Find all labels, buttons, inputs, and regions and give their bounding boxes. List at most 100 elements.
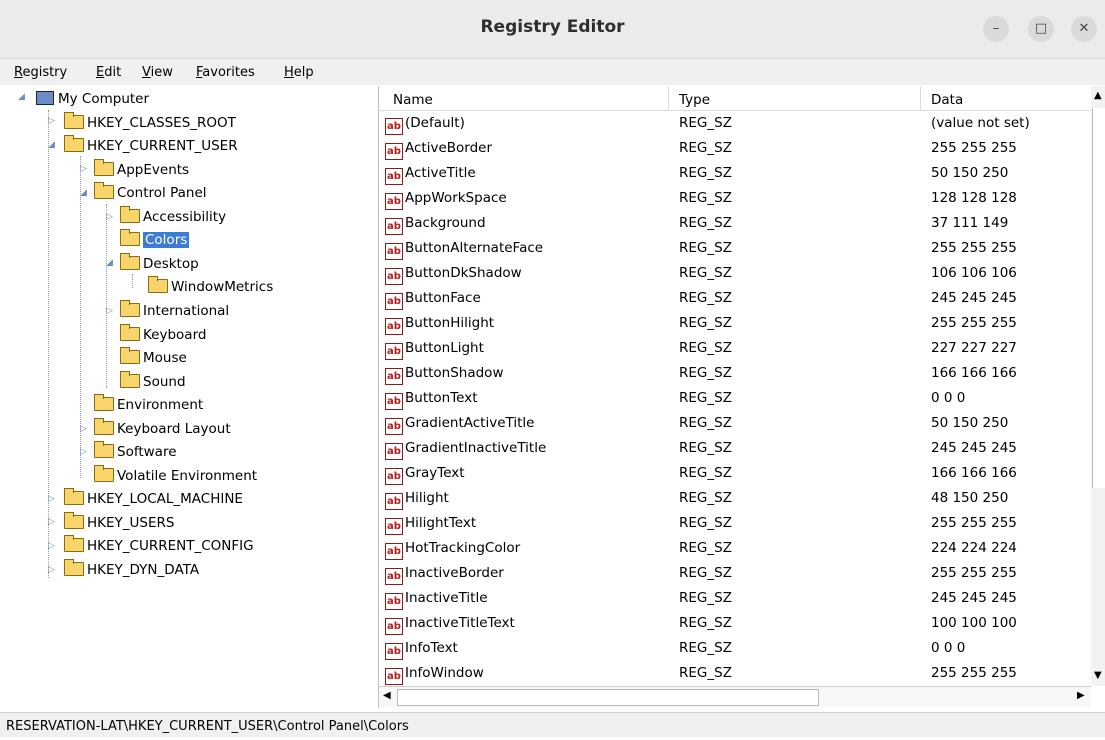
value-data: 0 0 0 <box>931 640 966 656</box>
tree-node-label: HKEY_CURRENT_CONFIG <box>87 538 254 554</box>
table-row[interactable]: ab (Default) REG_SZ (value not set) <box>379 112 1091 137</box>
collapse-icon[interactable]: ◢ <box>18 92 25 102</box>
vertical-scrollbar[interactable]: ▲ ▼ <box>1091 86 1105 686</box>
value-name: Hilight <box>405 490 449 506</box>
tree-node-hklm[interactable]: HKEY_LOCAL_MACHINE <box>64 488 243 510</box>
tree-node-control-panel[interactable]: Control Panel <box>94 182 207 204</box>
table-row[interactable]: ab InactiveTitle REG_SZ 245 245 245 <box>379 587 1091 612</box>
table-row[interactable]: ab ButtonHilight REG_SZ 255 255 255 <box>379 312 1091 337</box>
tree-node-environment[interactable]: Environment <box>94 394 203 416</box>
tree-node-mouse[interactable]: Mouse <box>120 347 187 369</box>
column-header-data[interactable]: Data <box>921 86 1091 110</box>
table-row[interactable]: ab InfoText REG_SZ 0 0 0 <box>379 637 1091 662</box>
table-row[interactable]: ab ButtonShadow REG_SZ 166 166 166 <box>379 362 1091 387</box>
table-row[interactable]: ab AppWorkSpace REG_SZ 128 128 128 <box>379 187 1091 212</box>
scroll-thumb[interactable] <box>1092 108 1105 488</box>
scroll-up-icon[interactable]: ▲ <box>1094 90 1102 101</box>
window-title: Registry Editor <box>480 17 625 37</box>
open-folder-icon <box>120 229 140 246</box>
column-header-name[interactable]: Name <box>379 86 669 110</box>
expand-icon[interactable]: ▷ <box>48 116 55 126</box>
tree-node-hkcu[interactable]: HKEY_CURRENT_USER <box>64 135 238 157</box>
tree-node-volatile-environment[interactable]: Volatile Environment <box>94 465 257 487</box>
collapse-icon[interactable]: ◢ <box>48 140 55 150</box>
tree-node-hkcr[interactable]: HKEY_CLASSES_ROOT <box>64 112 236 134</box>
value-name-cell: ab ButtonShadow <box>385 365 504 385</box>
menu-edit[interactable]: Edit <box>96 65 121 80</box>
tree-node-label: Volatile Environment <box>117 468 258 484</box>
tree-node-international[interactable]: International <box>120 300 229 322</box>
expand-icon[interactable]: ▷ <box>48 494 55 504</box>
value-data: 227 227 227 <box>931 340 1017 356</box>
menu-help[interactable]: Help <box>284 65 314 80</box>
maximize-icon[interactable]: □ <box>1028 16 1054 42</box>
string-value-icon: ab <box>385 168 403 185</box>
menu-favorites[interactable]: Favorites <box>196 65 255 80</box>
table-row[interactable]: ab HotTrackingColor REG_SZ 224 224 224 <box>379 537 1091 562</box>
value-name: HotTrackingColor <box>405 540 521 556</box>
tree-connector <box>132 274 133 288</box>
value-type: REG_SZ <box>679 540 732 556</box>
value-type: REG_SZ <box>679 315 732 331</box>
tree-node-label: Software <box>117 444 177 460</box>
table-row[interactable]: ab GradientInactiveTitle REG_SZ 245 245 245 <box>379 437 1091 462</box>
status-bar: RESERVATION-LAT\HKEY_CURRENT_USER\Contro… <box>0 712 1105 737</box>
scroll-left-icon[interactable]: ◀ <box>383 690 391 701</box>
horizontal-scroll-thumb[interactable] <box>397 689 819 706</box>
menu-registry[interactable]: Registry <box>14 65 67 80</box>
scroll-down-icon[interactable]: ▼ <box>1094 670 1102 681</box>
tree-node-keyboard[interactable]: Keyboard <box>120 324 206 346</box>
value-name-cell: ab Hilight <box>385 490 449 510</box>
tree-node-appevents[interactable]: AppEvents <box>94 159 189 181</box>
tree-node-software[interactable]: Software <box>94 441 177 463</box>
collapse-icon[interactable]: ◢ <box>80 188 87 198</box>
table-row[interactable]: ab Hilight REG_SZ 48 150 250 <box>379 487 1091 512</box>
table-row[interactable]: ab InfoWindow REG_SZ 255 255 255 <box>379 662 1091 687</box>
table-row[interactable]: ab ButtonDkShadow REG_SZ 106 106 106 <box>379 262 1091 287</box>
table-row[interactable]: ab ActiveTitle REG_SZ 50 150 250 <box>379 162 1091 187</box>
table-row[interactable]: ab ButtonLight REG_SZ 227 227 227 <box>379 337 1091 362</box>
tree-node-keyboard-layout[interactable]: Keyboard Layout <box>94 418 231 440</box>
value-data: 166 166 166 <box>931 365 1017 381</box>
string-value-icon: ab <box>385 468 403 485</box>
folder-icon <box>120 206 140 223</box>
expand-icon[interactable]: ▷ <box>106 212 113 222</box>
table-row[interactable]: ab ButtonFace REG_SZ 245 245 245 <box>379 287 1091 312</box>
table-row[interactable]: ab InactiveBorder REG_SZ 255 255 255 <box>379 562 1091 587</box>
column-header-type[interactable]: Type <box>669 86 921 110</box>
table-row[interactable]: ab ActiveBorder REG_SZ 255 255 255 <box>379 137 1091 162</box>
tree-node-hkdd[interactable]: HKEY_DYN_DATA <box>64 559 199 581</box>
expand-icon[interactable]: ▷ <box>80 447 87 457</box>
tree-node-desktop[interactable]: Desktop <box>120 253 199 275</box>
minimize-icon[interactable]: – <box>983 16 1009 42</box>
table-row[interactable]: ab HilightText REG_SZ 255 255 255 <box>379 512 1091 537</box>
folder-icon <box>64 112 84 129</box>
expand-icon[interactable]: ▷ <box>48 541 55 551</box>
tree-node-sound[interactable]: Sound <box>120 371 186 393</box>
folder-icon <box>120 253 140 270</box>
tree-node-accessibility[interactable]: Accessibility <box>120 206 226 228</box>
close-icon[interactable]: ✕ <box>1071 16 1097 42</box>
expand-icon[interactable]: ▷ <box>80 424 87 434</box>
table-row[interactable]: ab InactiveTitleText REG_SZ 100 100 100 <box>379 612 1091 637</box>
scroll-right-icon[interactable]: ▶ <box>1077 690 1085 701</box>
tree-node-colors[interactable]: Colors <box>120 229 190 251</box>
folder-icon <box>148 276 168 293</box>
table-row[interactable]: ab GrayText REG_SZ 166 166 166 <box>379 462 1091 487</box>
menu-view[interactable]: View <box>142 65 173 80</box>
expand-icon[interactable]: ▷ <box>48 565 55 575</box>
table-row[interactable]: ab Background REG_SZ 37 111 149 <box>379 212 1091 237</box>
expand-icon[interactable]: ▷ <box>80 164 87 174</box>
horizontal-scrollbar[interactable]: ◀ ▶ <box>379 686 1091 707</box>
folder-icon <box>94 465 114 482</box>
tree-node-my-computer[interactable]: My Computer <box>36 88 149 110</box>
tree-node-hku[interactable]: HKEY_USERS <box>64 512 174 534</box>
tree-node-hkcc[interactable]: HKEY_CURRENT_CONFIG <box>64 535 254 557</box>
table-row[interactable]: ab ButtonAlternateFace REG_SZ 255 255 255 <box>379 237 1091 262</box>
expand-icon[interactable]: ▷ <box>48 517 55 527</box>
table-row[interactable]: ab GradientActiveTitle REG_SZ 50 150 250 <box>379 412 1091 437</box>
expand-icon[interactable]: ▷ <box>106 306 113 316</box>
collapse-icon[interactable]: ◢ <box>106 258 113 268</box>
tree-node-windowmetrics[interactable]: WindowMetrics <box>148 276 273 298</box>
table-row[interactable]: ab ButtonText REG_SZ 0 0 0 <box>379 387 1091 412</box>
